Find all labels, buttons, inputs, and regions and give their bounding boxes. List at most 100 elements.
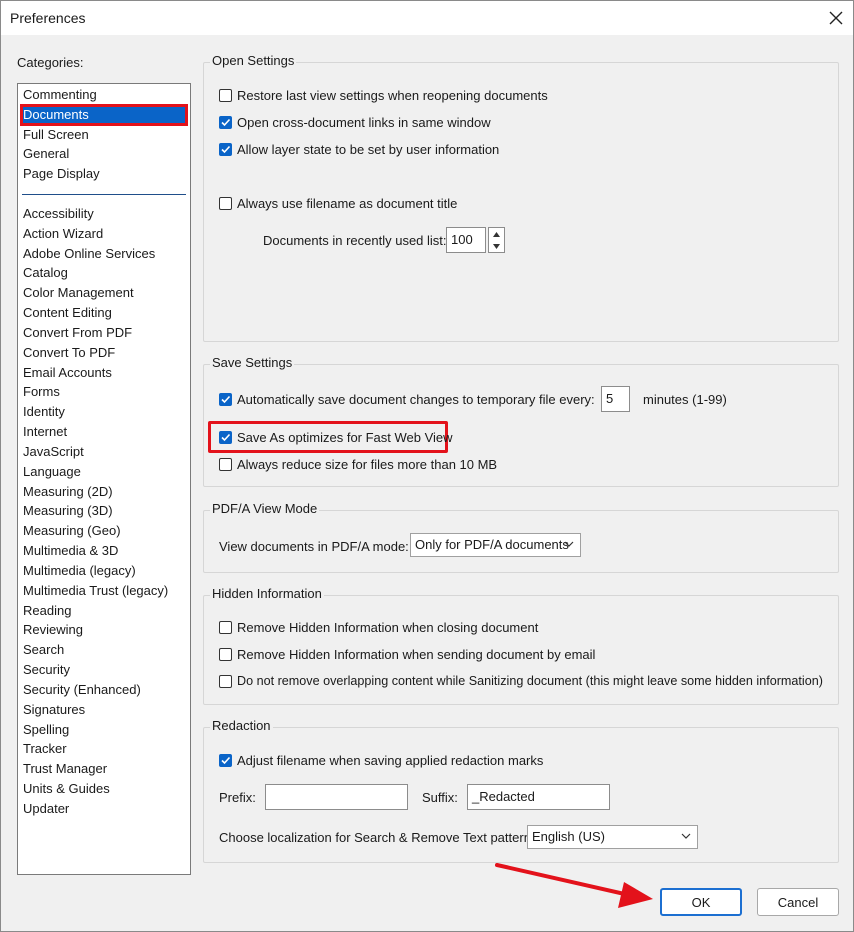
auto-save-minutes-input[interactable]: 5 bbox=[601, 386, 630, 412]
category-item[interactable]: Forms bbox=[21, 382, 187, 402]
category-item[interactable]: General bbox=[21, 144, 187, 164]
save-settings-title: Save Settings bbox=[210, 355, 295, 370]
suffix-input[interactable]: _Redacted bbox=[467, 784, 610, 810]
close-button[interactable] bbox=[823, 5, 849, 31]
category-item[interactable]: Internet bbox=[21, 422, 187, 442]
pdfa-title: PDF/A View Mode bbox=[210, 501, 320, 516]
open-settings-title: Open Settings bbox=[210, 53, 297, 68]
category-item[interactable]: Multimedia (legacy) bbox=[21, 561, 187, 581]
category-item[interactable]: Security bbox=[21, 660, 187, 680]
categories-list[interactable]: Commenting Documents Full Screen General Pag… bbox=[17, 83, 191, 875]
remove-on-email-checkbox[interactable]: Remove Hidden Information when sending d… bbox=[219, 645, 595, 663]
auto-save-checkbox[interactable]: Automatically save document changes to t… bbox=[219, 390, 595, 408]
no-remove-overlap-label: Do not remove overlapping content while … bbox=[237, 674, 823, 688]
category-item[interactable]: Multimedia & 3D bbox=[21, 541, 187, 561]
checkbox-box[interactable] bbox=[219, 115, 232, 129]
filename-as-title-label: Always use filename as document title bbox=[237, 195, 458, 211]
pdfa-mode-value: Only for PDF/A documents bbox=[415, 537, 569, 552]
category-item[interactable]: Units & Guides bbox=[21, 779, 187, 799]
prefix-label: Prefix: bbox=[219, 790, 256, 805]
arrow-up-icon bbox=[493, 231, 500, 237]
category-item[interactable]: Content Editing bbox=[21, 303, 187, 323]
recent-list-label: Documents in recently used list: bbox=[263, 233, 447, 248]
checkbox-box[interactable] bbox=[219, 620, 232, 634]
checkbox-box[interactable] bbox=[219, 753, 232, 767]
adjust-filename-checkbox[interactable]: Adjust filename when saving applied reda… bbox=[219, 751, 543, 769]
category-item[interactable]: Language bbox=[21, 462, 187, 482]
category-item[interactable]: Tracker bbox=[21, 739, 187, 759]
reduce-size-checkbox[interactable]: Always reduce size for files more than 1… bbox=[219, 455, 497, 473]
checkbox-box[interactable] bbox=[219, 88, 232, 102]
category-item[interactable]: Convert To PDF bbox=[21, 343, 187, 363]
category-item[interactable]: Email Accounts bbox=[21, 363, 187, 383]
category-item[interactable]: Multimedia Trust (legacy) bbox=[21, 581, 187, 601]
checkbox-box[interactable] bbox=[219, 457, 232, 471]
filename-as-title-checkbox[interactable]: Always use filename as document title bbox=[219, 194, 457, 212]
category-item[interactable]: Updater bbox=[21, 799, 187, 819]
stepper-down[interactable] bbox=[489, 240, 504, 252]
category-item[interactable]: Trust Manager bbox=[21, 759, 187, 779]
category-item[interactable]: Spelling bbox=[21, 720, 187, 740]
category-item[interactable]: Commenting bbox=[21, 85, 187, 105]
category-item[interactable]: Color Management bbox=[21, 283, 187, 303]
fast-web-view-checkbox[interactable]: Save As optimizes for Fast Web View bbox=[219, 428, 453, 446]
checkbox-box[interactable] bbox=[219, 430, 232, 444]
prefix-input[interactable] bbox=[265, 784, 408, 810]
category-item[interactable]: Catalog bbox=[21, 263, 187, 283]
no-remove-overlap-checkbox[interactable]: Do not remove overlapping content while … bbox=[219, 672, 823, 690]
category-item[interactable]: Security (Enhanced) bbox=[21, 680, 187, 700]
checkbox-box[interactable] bbox=[219, 392, 232, 406]
category-item[interactable]: Measuring (3D) bbox=[21, 501, 187, 521]
stepper-up[interactable] bbox=[489, 228, 504, 240]
category-item[interactable]: Convert From PDF bbox=[21, 323, 187, 343]
allow-layer-state-checkbox[interactable]: Allow layer state to be set by user info… bbox=[219, 140, 499, 158]
category-item[interactable]: Reading bbox=[21, 601, 187, 621]
localization-dropdown[interactable]: English (US) bbox=[527, 825, 698, 849]
dialog-title: Preferences bbox=[10, 10, 86, 26]
remove-on-email-label: Remove Hidden Information when sending d… bbox=[237, 646, 596, 662]
category-item[interactable]: Search bbox=[21, 640, 187, 660]
category-item[interactable]: Page Display bbox=[21, 164, 187, 184]
remove-on-close-label: Remove Hidden Information when closing d… bbox=[237, 619, 539, 635]
category-item[interactable]: Reviewing bbox=[21, 620, 187, 640]
adjust-filename-label: Adjust filename when saving applied reda… bbox=[237, 752, 544, 768]
cancel-button-label: Cancel bbox=[777, 894, 819, 910]
checkbox-box[interactable] bbox=[219, 647, 232, 661]
open-cross-doc-links-checkbox[interactable]: Open cross-document links in same window bbox=[219, 113, 491, 131]
category-item[interactable]: JavaScript bbox=[21, 442, 187, 462]
title-bar: Preferences bbox=[1, 1, 853, 35]
category-item[interactable]: Action Wizard bbox=[21, 224, 187, 244]
ok-button[interactable]: OK bbox=[660, 888, 742, 916]
redaction-title: Redaction bbox=[210, 718, 273, 733]
recent-list-input[interactable]: 100 bbox=[446, 227, 486, 253]
chevron-down-icon bbox=[681, 833, 691, 839]
auto-save-label: Automatically save document changes to t… bbox=[237, 391, 595, 407]
annotation-arrow-icon bbox=[495, 863, 653, 908]
arrow-down-icon bbox=[493, 243, 500, 249]
restore-last-view-checkbox[interactable]: Restore last view settings when reopenin… bbox=[219, 86, 548, 104]
category-item[interactable]: Accessibility bbox=[21, 204, 187, 224]
recent-list-stepper[interactable] bbox=[488, 227, 505, 253]
category-item[interactable]: Full Screen bbox=[21, 125, 187, 145]
pdfa-mode-label: View documents in PDF/A mode: bbox=[219, 539, 409, 554]
restore-last-view-label: Restore last view settings when reopenin… bbox=[237, 87, 548, 103]
category-item[interactable]: Signatures bbox=[21, 700, 187, 720]
category-item[interactable]: Adobe Online Services bbox=[21, 244, 187, 264]
categories-separator bbox=[22, 194, 186, 195]
checkbox-box[interactable] bbox=[219, 142, 232, 156]
checkbox-box[interactable] bbox=[219, 674, 232, 688]
checkbox-box[interactable] bbox=[219, 196, 232, 210]
suffix-label: Suffix: bbox=[422, 790, 458, 805]
checkmark-icon bbox=[221, 433, 231, 441]
pdfa-mode-dropdown[interactable]: Only for PDF/A documents bbox=[410, 533, 581, 557]
cancel-button[interactable]: Cancel bbox=[757, 888, 839, 916]
hidden-info-title: Hidden Information bbox=[210, 586, 324, 601]
category-item[interactable]: Measuring (Geo) bbox=[21, 521, 187, 541]
allow-layer-state-label: Allow layer state to be set by user info… bbox=[237, 141, 500, 157]
category-item[interactable]: Identity bbox=[21, 402, 187, 422]
checkmark-icon bbox=[221, 756, 231, 764]
category-item[interactable]: Documents bbox=[20, 103, 188, 126]
ok-button-label: OK bbox=[691, 894, 711, 910]
category-item[interactable]: Measuring (2D) bbox=[21, 482, 187, 502]
remove-on-close-checkbox[interactable]: Remove Hidden Information when closing d… bbox=[219, 618, 538, 636]
